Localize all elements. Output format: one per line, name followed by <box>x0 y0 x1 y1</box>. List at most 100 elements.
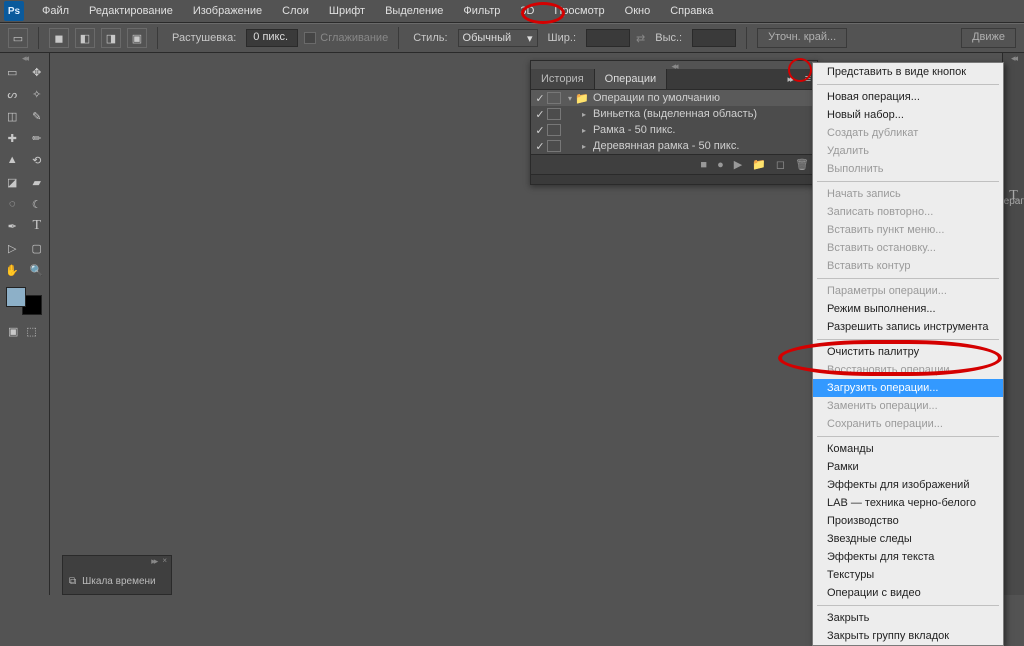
fly-reset-actions[interactable]: Восстановить операции <box>813 361 1003 379</box>
feather-label: Растушевка: <box>172 32 236 44</box>
color-swatches[interactable] <box>6 287 42 315</box>
fly-production[interactable]: Производство <box>813 512 1003 530</box>
fly-clear-actions[interactable]: Очистить палитру <box>813 343 1003 361</box>
fly-start-record: Начать запись <box>813 185 1003 203</box>
menu-3d[interactable]: 3D <box>510 1 544 21</box>
feather-input[interactable]: 0 пикс. <box>246 29 298 47</box>
gradient-tool-icon[interactable]: ▰ <box>25 171 50 193</box>
menu-image[interactable]: Изображение <box>183 1 272 21</box>
move-tool-icon[interactable]: ▭ <box>0 61 25 83</box>
menu-select[interactable]: Выделение <box>375 1 453 21</box>
action-row[interactable]: ✓ ▸ Виньетка (выделенная область) <box>531 106 817 122</box>
timeline-collapse-icon[interactable]: ▸▸ <box>151 556 156 568</box>
fly-insert-path: Вставить контур <box>813 257 1003 275</box>
marquee-tool-preset-icon[interactable]: ▭ <box>8 28 28 48</box>
fly-duplicate: Создать дубликат <box>813 124 1003 142</box>
clone-stamp-tool-icon[interactable]: ▲ <box>0 149 25 171</box>
fly-delete: Удалить <box>813 142 1003 160</box>
fly-insert-menu: Вставить пункт меню... <box>813 221 1003 239</box>
menu-view[interactable]: Просмотр <box>544 1 614 21</box>
tab-history[interactable]: История <box>531 69 595 89</box>
hand-tool-icon[interactable]: ✋ <box>0 259 25 281</box>
style-select[interactable]: Обычный▾ <box>458 29 538 47</box>
stop-icon[interactable]: ■ <box>700 159 707 171</box>
fly-frames[interactable]: Рамки <box>813 458 1003 476</box>
photoshop-logo: Ps <box>4 1 24 21</box>
menu-bar: Ps Файл Редактирование Изображение Слои … <box>0 0 1024 23</box>
selection-subtract-icon[interactable]: ◨ <box>101 28 121 48</box>
timeline-close-icon[interactable]: × <box>162 556 167 568</box>
new-folder-icon[interactable]: 📁 <box>752 158 766 171</box>
action-row[interactable]: ✓ ▸ Рамка - 50 пикс. <box>531 122 817 138</box>
type-tool-icon[interactable]: T <box>25 215 50 237</box>
selection-intersect-icon[interactable]: ▣ <box>127 28 147 48</box>
height-label: Выс.: <box>655 32 682 44</box>
marquee-tool-icon[interactable]: ✥ <box>25 61 50 83</box>
panel-collapse-icon[interactable]: ▸▸ <box>781 74 799 85</box>
fly-star-trails[interactable]: Звездные следы <box>813 530 1003 548</box>
quickmask-icon[interactable]: ▣ <box>8 325 18 338</box>
antialias-checkbox: Сглаживание <box>304 32 388 44</box>
fly-new-action[interactable]: Новая операция... <box>813 88 1003 106</box>
crop-tool-icon[interactable]: ◫ <box>0 105 25 127</box>
refine-edge-button[interactable]: Уточн. край... <box>757 28 847 48</box>
fly-load-actions[interactable]: Загрузить операции... <box>813 379 1003 397</box>
actions-panel-footer: ■ ● ▶ 📁 ◻ 🗑 <box>531 154 817 174</box>
eyedropper-tool-icon[interactable]: ✎ <box>25 105 50 127</box>
action-set-row[interactable]: ✓ ▾📁 Операции по умолчанию <box>531 90 817 106</box>
fly-replace-actions[interactable]: Заменить операции... <box>813 397 1003 415</box>
lasso-tool-icon[interactable]: ᔕ <box>0 83 25 105</box>
action-row[interactable]: ✓ ▸ Деревянная рамка - 50 пикс. <box>531 138 817 154</box>
fly-button-mode[interactable]: Представить в виде кнопок <box>813 63 1003 81</box>
play-icon[interactable]: ▶ <box>734 158 742 171</box>
menu-type[interactable]: Шрифт <box>319 1 375 21</box>
menu-edit[interactable]: Редактирование <box>79 1 183 21</box>
menu-layers[interactable]: Слои <box>272 1 319 21</box>
screenmode-icon[interactable]: ⬚ <box>26 325 36 338</box>
fly-close[interactable]: Закрыть <box>813 609 1003 627</box>
selection-add-icon[interactable]: ◧ <box>75 28 95 48</box>
menu-help[interactable]: Справка <box>660 1 723 21</box>
menu-file[interactable]: Файл <box>32 1 79 21</box>
style-label: Стиль: <box>413 32 447 44</box>
fly-play: Выполнить <box>813 160 1003 178</box>
tab-actions[interactable]: Операции <box>595 69 667 89</box>
blur-tool-icon[interactable]: ◌ <box>0 193 25 215</box>
path-select-tool-icon[interactable]: ▷ <box>0 237 25 259</box>
fly-close-tab-group[interactable]: Закрыть группу вкладок <box>813 627 1003 645</box>
menu-window[interactable]: Окно <box>615 1 661 21</box>
zoom-tool-icon[interactable]: 🔍 <box>25 259 50 281</box>
pen-tool-icon[interactable]: ✒ <box>0 215 25 237</box>
timeline-label[interactable]: Шкала времени <box>82 576 155 587</box>
fly-textures[interactable]: Текстуры <box>813 566 1003 584</box>
healing-brush-tool-icon[interactable]: ✚ <box>0 127 25 149</box>
width-label: Шир.: <box>548 32 576 44</box>
record-icon[interactable]: ● <box>717 159 724 171</box>
fly-playback-options[interactable]: Режим выполнения... <box>813 300 1003 318</box>
fly-image-effects[interactable]: Эффекты для изображений <box>813 476 1003 494</box>
dodge-tool-icon[interactable]: ☾ <box>25 193 50 215</box>
motion-button[interactable]: Движе <box>961 28 1016 48</box>
history-brush-tool-icon[interactable]: ⟲ <box>25 149 50 171</box>
panel-scrollbar[interactable] <box>531 174 817 184</box>
fg-color-swatch[interactable] <box>6 287 26 307</box>
shape-tool-icon[interactable]: ▢ <box>25 237 50 259</box>
magic-wand-tool-icon[interactable]: ✧ <box>25 83 50 105</box>
fly-lab-bw[interactable]: LAB — техника черно-белого <box>813 494 1003 512</box>
trash-icon[interactable]: 🗑 <box>795 158 809 171</box>
fly-commands[interactable]: Команды <box>813 440 1003 458</box>
fly-text-effects[interactable]: Эффекты для текста <box>813 548 1003 566</box>
fly-allow-tool-record[interactable]: Разрешить запись инструмента <box>813 318 1003 336</box>
timeline-panel: ▸▸× ⧉ Шкала времени <box>62 555 172 595</box>
menu-filter[interactable]: Фильтр <box>453 1 510 21</box>
height-input <box>692 29 736 47</box>
width-input <box>586 29 630 47</box>
fly-insert-stop: Вставить остановку... <box>813 239 1003 257</box>
brush-tool-icon[interactable]: ✏ <box>25 127 50 149</box>
tools-panel: ◂◂ ▭ ✥ ᔕ ✧ ◫ ✎ ✚ ✏ ▲ ⟲ ◪ ▰ ◌ ☾ ✒ T ▷ ▢ ✋… <box>0 53 50 595</box>
selection-new-icon[interactable]: ◼ <box>49 28 69 48</box>
fly-video-actions[interactable]: Операции с видео <box>813 584 1003 602</box>
fly-new-set[interactable]: Новый набор... <box>813 106 1003 124</box>
eraser-tool-icon[interactable]: ◪ <box>0 171 25 193</box>
new-action-icon[interactable]: ◻ <box>776 158 785 171</box>
